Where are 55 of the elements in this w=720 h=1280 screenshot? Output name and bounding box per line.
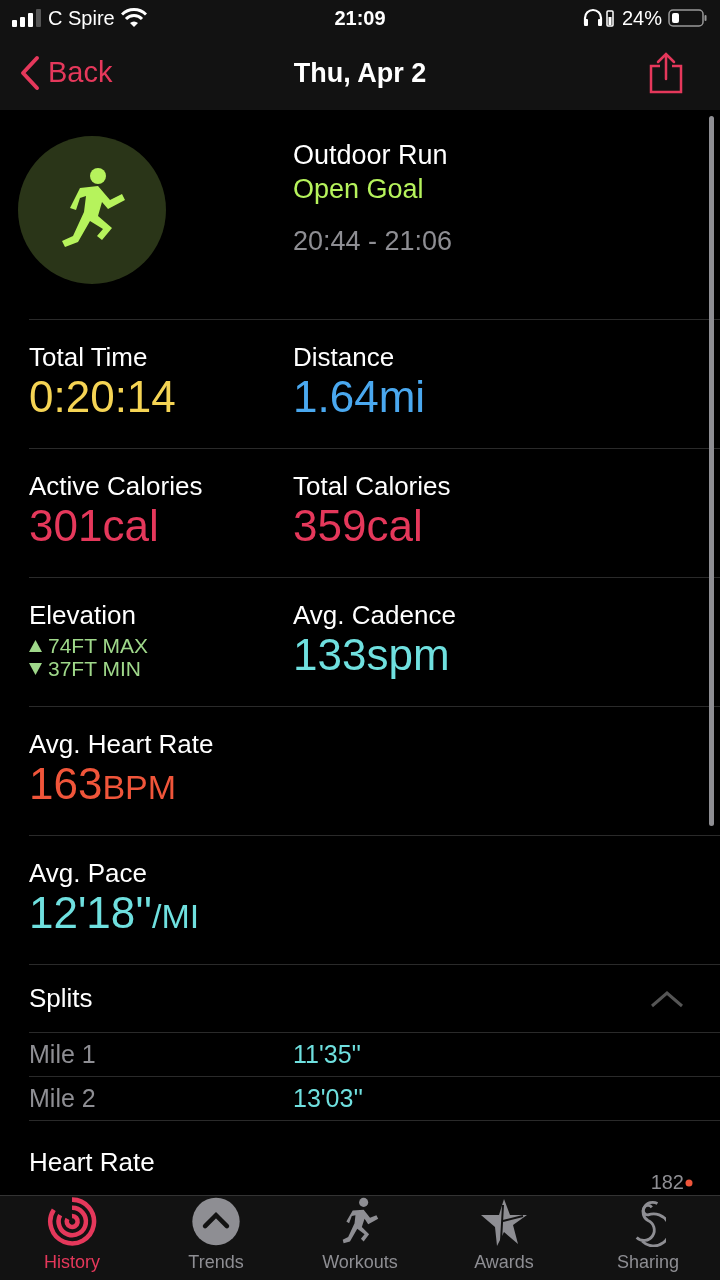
battery-icon xyxy=(668,8,708,28)
split-time: 13'03'' xyxy=(293,1082,363,1114)
headphones-battery-icon xyxy=(581,8,616,28)
split-label: Mile 2 xyxy=(29,1082,97,1114)
metric-unit: BPM xyxy=(102,767,177,808)
workout-name: Outdoor Run xyxy=(293,139,449,172)
elevation-min: 37FT MIN xyxy=(48,657,141,680)
split-time: 11'35'' xyxy=(293,1038,362,1070)
metric-value: 0:20:14 xyxy=(29,372,176,422)
tab-bar-item[interactable]: Awards xyxy=(432,1196,576,1280)
tab-bar-item[interactable]: History xyxy=(0,1196,144,1280)
running-figure-icon xyxy=(18,136,166,284)
time-range: 20:44 - 21:06 xyxy=(293,225,453,258)
metric-label: Elevation xyxy=(29,600,137,630)
metric-value: 12'18'' xyxy=(29,888,153,938)
metric-value: 1.64 xyxy=(293,372,379,422)
tab-bar-item[interactable]: Workouts xyxy=(288,1196,432,1280)
carrier-name: C Spire xyxy=(48,6,115,31)
data-point-icon xyxy=(685,1179,693,1187)
chart-max-label: 182 xyxy=(650,1171,684,1193)
signal-icon xyxy=(12,9,42,27)
metric-label: Avg. Pace xyxy=(29,858,149,888)
share-icon xyxy=(648,52,684,94)
metric-label: Avg. Heart Rate xyxy=(29,729,215,759)
wifi-icon xyxy=(120,8,147,28)
metric-label: Distance xyxy=(293,342,396,372)
metric-unit: cal xyxy=(102,501,159,551)
clock: 21:09 xyxy=(333,6,387,31)
chevron-up-icon[interactable] xyxy=(650,989,684,1008)
elevation-max: 74FT MAX xyxy=(48,634,148,657)
metric-unit: mi xyxy=(378,372,426,422)
page-title: Thu, Apr 2 xyxy=(293,56,427,90)
metric-unit: cal xyxy=(366,501,423,551)
triangle-up-icon xyxy=(29,639,42,652)
triangle-down-icon xyxy=(29,662,42,675)
metric-label: Avg. Cadence xyxy=(293,600,457,630)
metric-unit: spm xyxy=(366,630,450,680)
splits-title: Splits xyxy=(29,982,93,1015)
heart-rate-title: Heart Rate xyxy=(29,1146,155,1179)
chevron-left-icon xyxy=(20,55,40,91)
split-label: Mile 1 xyxy=(29,1038,97,1070)
tab-bar-item[interactable]: Trends xyxy=(144,1196,288,1280)
metric-label: Total Calories xyxy=(293,471,452,501)
share-button[interactable] xyxy=(648,52,684,94)
back-button[interactable]: Back xyxy=(20,51,113,95)
workout-goal: Open Goal xyxy=(293,173,425,206)
metric-unit: /MI xyxy=(152,896,200,937)
battery-percent: 24% xyxy=(621,6,662,31)
metric-value: 133 xyxy=(293,630,367,680)
metric-label: Active Calories xyxy=(29,471,204,501)
metric-label: Total Time xyxy=(29,342,149,372)
tab-bar-item[interactable]: Sharing xyxy=(576,1196,720,1280)
metric-value: 301 xyxy=(29,501,103,551)
metric-value: 163 xyxy=(29,759,103,809)
metric-value: 359 xyxy=(293,501,367,551)
